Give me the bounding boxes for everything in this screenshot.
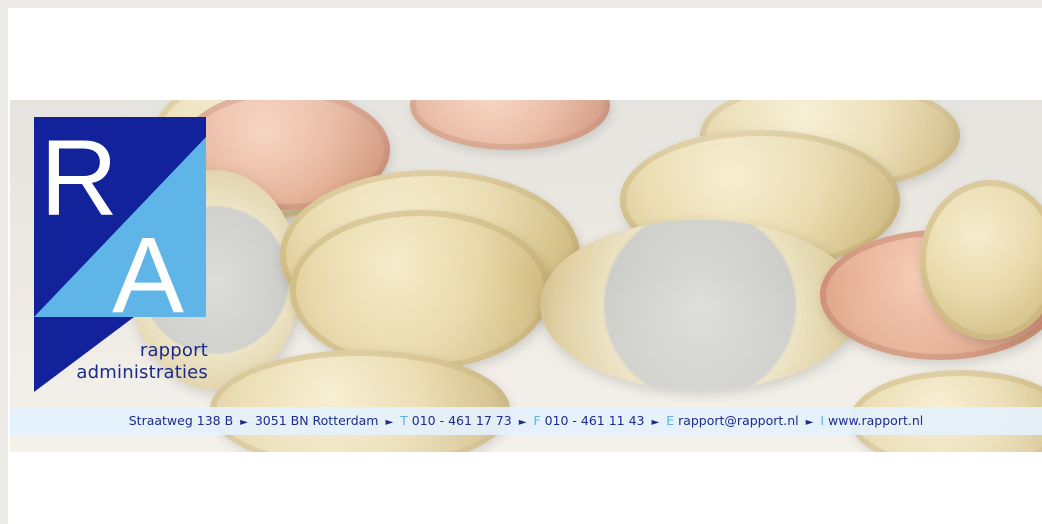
- contact-fax: 010 - 461 11 43: [544, 413, 645, 428]
- contact-email[interactable]: rapport@rapport.nl: [678, 413, 799, 428]
- contact-address: Straatweg 138 B: [128, 413, 234, 428]
- separator-icon: ►: [518, 417, 527, 428]
- logo-letter-r: R: [40, 117, 118, 238]
- fax-key: F: [533, 413, 541, 428]
- contact-phone: 010 - 461 17 73: [411, 413, 512, 428]
- brand-name-line1: rapport: [139, 340, 208, 361]
- contact-website[interactable]: www.rapport.nl: [828, 413, 923, 428]
- email-key: E: [666, 413, 675, 428]
- separator-icon: ►: [651, 417, 660, 428]
- brand-name-line2: administraties: [76, 362, 208, 383]
- contact-city: 3051 BN Rotterdam: [254, 413, 379, 428]
- separator-icon: ►: [805, 417, 814, 428]
- phone-key: T: [400, 413, 408, 428]
- header-banner: R A rapport administraties Straatweg 138…: [10, 100, 1042, 452]
- separator-icon: ►: [385, 417, 394, 428]
- web-key: I: [820, 413, 825, 428]
- brand-name: rapport administraties: [48, 340, 208, 384]
- logo-letter-a: A: [112, 214, 184, 335]
- contact-bar: Straatweg 138 B ► 3051 BN Rotterdam ► T …: [10, 407, 1042, 435]
- separator-icon: ►: [240, 417, 248, 428]
